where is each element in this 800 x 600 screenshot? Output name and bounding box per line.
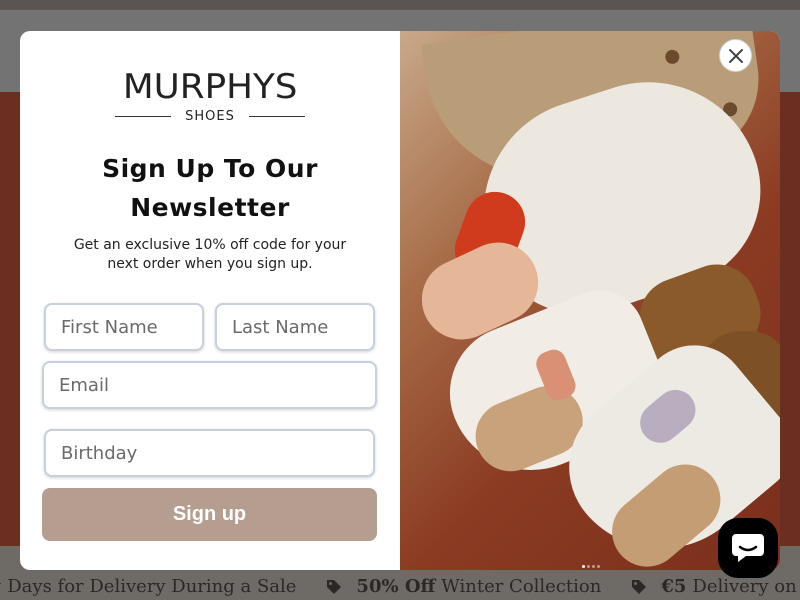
birthday-input[interactable]: Birthday	[44, 429, 375, 477]
chat-button[interactable]	[718, 518, 778, 578]
logo-subtext: SHOES	[185, 109, 235, 124]
close-button[interactable]	[719, 39, 752, 72]
chat-icon	[732, 534, 764, 562]
tag-icon	[632, 579, 647, 594]
carousel-dot[interactable]	[592, 565, 595, 568]
popup-title: Sign Up To Our Newsletter	[102, 154, 318, 222]
brand-logo: MURPHYS SHOES	[20, 69, 400, 124]
tag-icon	[327, 579, 342, 594]
newsletter-popup: MURPHYS SHOES Sign Up To Our Newsletter …	[20, 31, 780, 570]
first-name-input[interactable]: First Name	[44, 303, 204, 351]
carousel-dots[interactable]	[582, 565, 600, 568]
carousel-dot[interactable]	[587, 565, 590, 568]
logo-text: MURPHYS	[122, 67, 298, 107]
carousel-dot[interactable]	[597, 565, 600, 568]
ticker-item: g Days for Delivery During a Sale	[0, 576, 297, 597]
signup-button[interactable]: Sign up	[42, 488, 377, 541]
last-name-input[interactable]: Last Name	[215, 303, 375, 351]
popup-image	[400, 31, 780, 570]
email-input[interactable]: Email	[42, 361, 377, 409]
ticker-item: 50% Off Winter Collection	[326, 576, 601, 597]
carousel-dot[interactable]	[582, 565, 585, 568]
ticker-item: €5Delivery on Sale Items	[631, 576, 800, 597]
popup-subtitle: Get an exclusive 10% off code for your n…	[73, 237, 347, 272]
announcement-bar	[0, 0, 800, 10]
close-icon	[728, 48, 743, 63]
popup-form-panel: MURPHYS SHOES Sign Up To Our Newsletter …	[20, 31, 400, 570]
